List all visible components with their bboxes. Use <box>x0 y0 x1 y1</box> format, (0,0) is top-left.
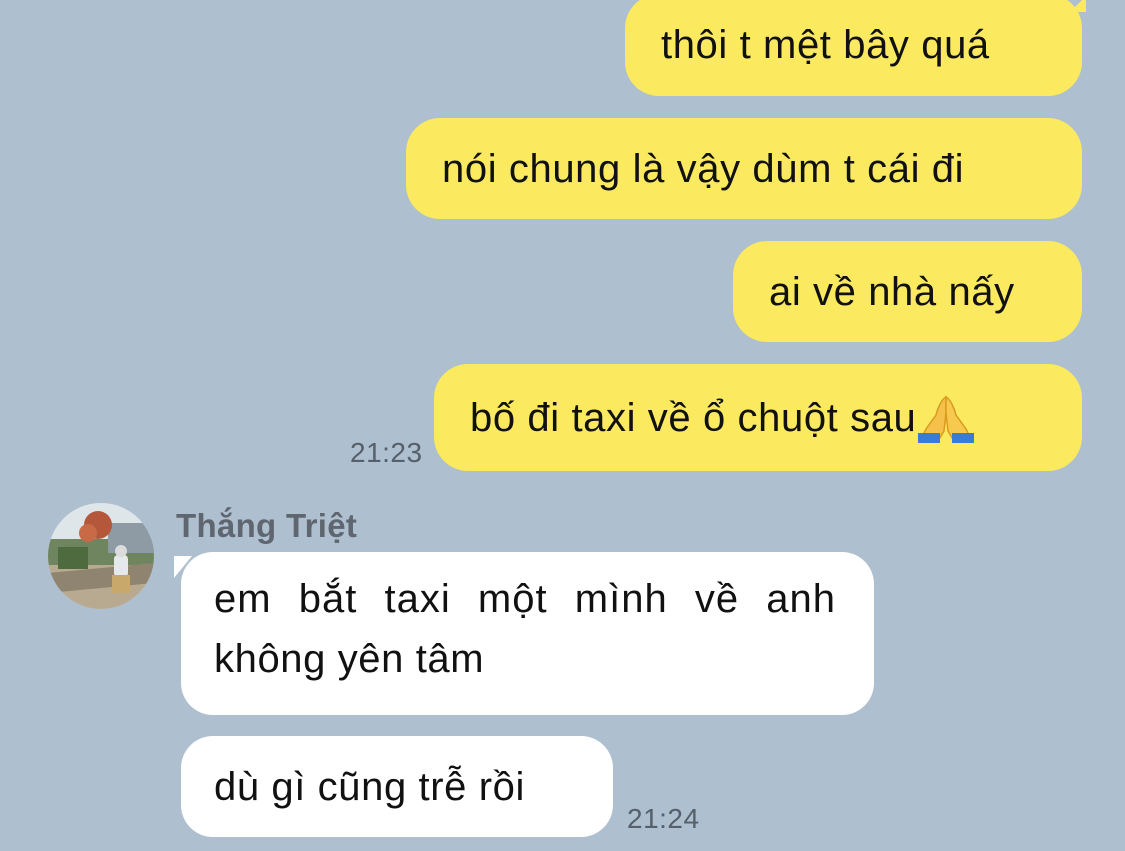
bubble-tail <box>1070 0 1086 12</box>
message-text-line: không yên tâm <box>214 637 485 681</box>
avatar[interactable] <box>48 503 154 609</box>
avatar-photo-icon <box>48 503 154 609</box>
message-text: dù gì cũng trễ rồi <box>214 764 525 809</box>
incoming-message[interactable]: em bắt taxi một mình về anh không yên tâ… <box>181 552 874 715</box>
message-text: thôi t mệt bây quá <box>661 23 990 67</box>
message-timestamp: 21:24 <box>627 803 700 834</box>
message-text: bố đi taxi về ổ chuột sau <box>470 395 917 440</box>
incoming-message[interactable]: dù gì cũng trễ rồi <box>181 736 613 837</box>
message-text: nói chung là vậy dùm t cái đi <box>442 146 965 191</box>
folded-hands-emoji <box>918 395 975 443</box>
message-text-line: em bắt taxi một mình về anh <box>214 577 836 621</box>
outgoing-message[interactable]: thôi t mệt bây quá <box>625 0 1086 96</box>
outgoing-message[interactable]: ai về nhà nấy <box>733 241 1082 342</box>
outgoing-message[interactable]: bố đi taxi về ổ chuột sau <box>434 364 1082 471</box>
message-timestamp: 21:23 <box>350 437 423 468</box>
sender-name: Thắng Triệt <box>176 507 358 544</box>
outgoing-message[interactable]: nói chung là vậy dùm t cái đi <box>406 118 1082 219</box>
message-text: ai về nhà nấy <box>769 269 1015 314</box>
